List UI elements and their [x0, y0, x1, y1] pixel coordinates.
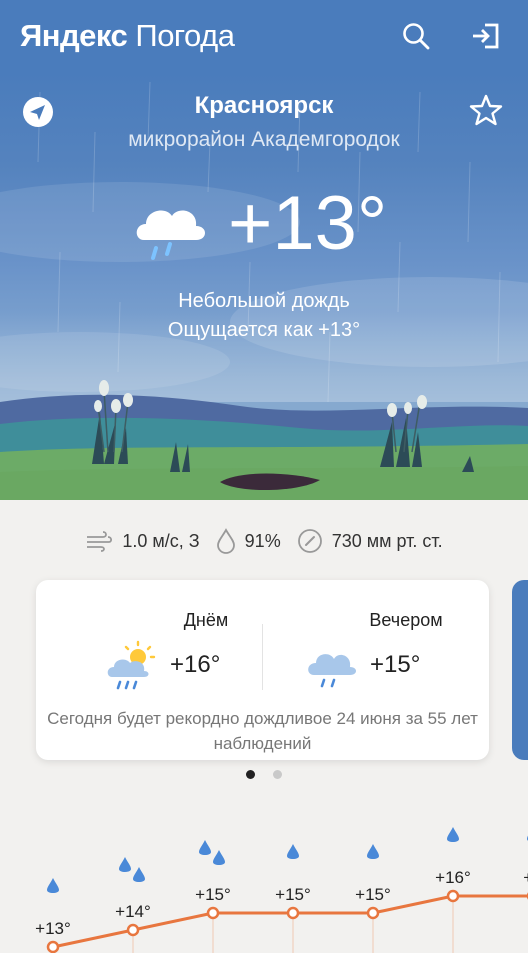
forecast-temp-label: +16°: [435, 868, 471, 887]
rain-drop-icon: [133, 867, 145, 882]
pressure-gauge-icon: [297, 529, 322, 553]
evening-temperature: +15°: [370, 651, 421, 678]
search-button[interactable]: [394, 14, 438, 58]
sun-cloud-rain-icon: [107, 640, 156, 690]
day-summary-card[interactable]: Днём +16° Вечером +15° Сегодня будет рек…: [36, 580, 489, 760]
favorite-button[interactable]: [466, 90, 506, 130]
logo-product: Погода: [135, 18, 235, 53]
day-temperature: +16°: [170, 651, 221, 678]
login-button[interactable]: [464, 14, 508, 58]
evening-label: Вечером: [369, 610, 443, 630]
hourly-forecast-chart: +13° +14° +15° +15° +15° +16° +1: [0, 800, 528, 953]
condition-text: Небольшой дождь: [178, 290, 350, 312]
temperature-point[interactable]: [286, 906, 300, 920]
wind-icon: [87, 531, 113, 552]
current-weather-hero: Красноярск микрорайон Академгородок +13°…: [0, 72, 528, 500]
temperature-point[interactable]: [366, 906, 380, 920]
rain-drop-icon: [47, 878, 59, 893]
rain-drop-icon: [199, 840, 211, 855]
carousel-dot[interactable]: [273, 770, 282, 779]
forecast-temp-label: +1: [523, 868, 528, 888]
humidity-detail: 91%: [216, 528, 281, 554]
forecast-temp-label: +15°: [275, 885, 311, 904]
forecast-temp-label: +15°: [355, 885, 391, 904]
rain-drop-icon: [119, 857, 131, 872]
evening-part: Вечером +15°: [306, 610, 506, 691]
day-label: Днём: [183, 610, 229, 630]
next-card-peek[interactable]: [512, 580, 528, 760]
humidity-drop-icon: [216, 528, 235, 554]
pressure-value: 730 мм рт. ст.: [331, 530, 443, 551]
rain-drop-icon: [367, 844, 379, 859]
forecast-temp-label: +14°: [115, 902, 151, 921]
cloud-rain-small-icon: [308, 654, 356, 688]
forecast-temp-label: +13°: [35, 919, 71, 938]
rain-drop-icon: [287, 844, 299, 859]
carousel-dot-active[interactable]: [246, 770, 255, 779]
search-icon: [403, 23, 430, 50]
carousel-dots: [0, 770, 528, 779]
feels-like-text: Ощущается как +13°: [167, 319, 361, 341]
wind-detail: 1.0 м/с, З: [85, 530, 200, 552]
humidity-value: 91%: [244, 530, 281, 551]
logo-brand: Яндекс: [20, 18, 128, 53]
app-header: Яндекс Погода: [0, 0, 528, 72]
card-divider: [262, 624, 263, 690]
pressure-detail: 730 мм рт. ст.: [297, 528, 443, 554]
temperature-point[interactable]: [446, 889, 460, 903]
login-icon: [473, 23, 499, 49]
current-temperature: +13°: [228, 181, 388, 266]
record-note: Сегодня будет рекордно дождливое 24 июня…: [47, 709, 478, 753]
rain-drop-icon: [213, 850, 225, 865]
day-part: Днём +16°: [106, 610, 306, 691]
city-name: Красноярск: [194, 92, 334, 119]
temperature-point[interactable]: [126, 923, 140, 937]
cloud-rain-icon: [136, 210, 205, 260]
star-icon: [469, 94, 503, 126]
temperature-point[interactable]: [206, 906, 220, 920]
weather-details-row: 1.0 м/с, З 91% 730 мм рт. ст.: [0, 520, 528, 562]
rain-drop-icon: [447, 827, 459, 842]
forecast-temp-label: +15°: [195, 885, 231, 904]
app-logo[interactable]: Яндекс Погода: [20, 18, 235, 54]
district-name: микрорайон Академгородок: [128, 128, 400, 151]
wind-value: 1.0 м/с, З: [122, 530, 200, 551]
temperature-point[interactable]: [46, 940, 60, 953]
